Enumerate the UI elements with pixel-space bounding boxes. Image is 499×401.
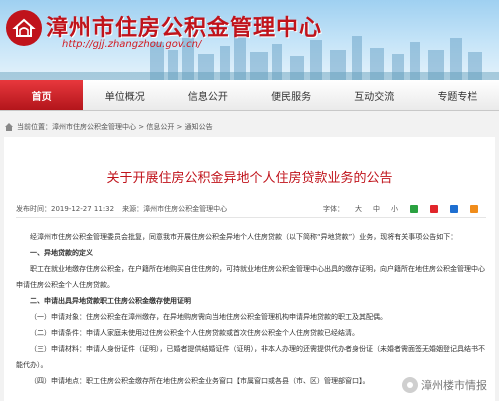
paragraph-item: （三）申请材料：申请人身份证件（证明），已婚者提供结婚证件（证明），非本人办理的… [16, 345, 485, 369]
article-title: 关于开展住房公积金异地个人住房贷款业务的公告 [106, 171, 393, 186]
article-body: 经漳州市住房公积金管理委员会批复，同意我市开展住房公积金异地个人住房贷款（以下简… [16, 229, 486, 389]
share-wechat-icon[interactable] [410, 205, 418, 213]
article-panel: 关于开展住房公积金异地个人住房贷款业务的公告 发布时间：2019-12-27 1… [4, 137, 495, 401]
share-more-icon[interactable] [470, 205, 478, 213]
nav-interaction[interactable]: 互动交流 [333, 80, 416, 110]
paragraph-intro: 经漳州市住房公积金管理委员会批复，同意我市开展住房公积金异地个人住房贷款（以下简… [30, 233, 458, 241]
section-heading: 二、申请出具异地贷款职工住房公积金缴存使用证明 [30, 297, 191, 305]
breadcrumb-text[interactable]: 当前位置：漳州市住房公积金管理中心 > 信息公开 > 通知公告 [17, 122, 213, 132]
article-source: 来源：漳州市住房公积金管理中心 [122, 205, 228, 213]
paragraph-item: （二）申请条件：申请人家庭未使用过住房公积金个人住房贷款或首次住房公积金个人住房… [30, 329, 359, 337]
breadcrumb: 当前位置：漳州市住房公积金管理中心 > 信息公开 > 通知公告 [0, 119, 499, 135]
font-size-large-button[interactable]: 大 [355, 204, 362, 214]
nav-public-service[interactable]: 便民服务 [250, 80, 333, 110]
font-size-controls: 字体： 大 中 小 [323, 204, 486, 214]
article-meta: 发布时间：2019-12-27 11:32 来源：漳州市住房公积金管理中心 字体… [16, 201, 486, 218]
site-title: 漳州市住房公积金管理中心 [46, 16, 323, 41]
site-url: http://gjj.zhangzhou.gov.cn/ [62, 39, 202, 50]
paragraph-definition: 职工在就业地缴存住房公积金，在户籍所在地购买自住住房的，可持就业地住房公积金管理… [16, 265, 485, 289]
paragraph-item: （一）申请对象：住房公积金在漳州缴存，在异地购房需向当地住房公积金管理机构申请异… [30, 313, 387, 321]
header-banner: 漳州市住房公积金管理中心 http://gjj.zhangzhou.gov.cn… [0, 0, 499, 80]
wechat-account-icon [402, 377, 418, 393]
nav-special-topics[interactable]: 专题专栏 [416, 80, 499, 110]
font-size-medium-button[interactable]: 中 [373, 204, 380, 214]
nav-home[interactable]: 首页 [0, 80, 84, 110]
font-size-small-button[interactable]: 小 [391, 204, 398, 214]
nav-info-disclosure[interactable]: 信息公开 [166, 80, 249, 110]
nav-unit-overview[interactable]: 单位概况 [83, 80, 166, 110]
share-weibo-icon[interactable] [430, 205, 438, 213]
section-heading: 一、异地贷款的定义 [30, 249, 93, 257]
main-nav: 首页 单位概况 信息公开 便民服务 互动交流 专题专栏 [0, 80, 499, 111]
site-logo-icon[interactable] [6, 10, 42, 46]
share-qzone-icon[interactable] [450, 205, 458, 213]
watermark-text: 漳州楼市情报 [421, 379, 487, 392]
watermark: 漳州楼市情报 [398, 375, 491, 395]
publish-date: 发布时间：2019-12-27 11:32 [16, 205, 115, 213]
font-size-label: 字体： [323, 205, 344, 213]
home-icon [5, 123, 13, 131]
